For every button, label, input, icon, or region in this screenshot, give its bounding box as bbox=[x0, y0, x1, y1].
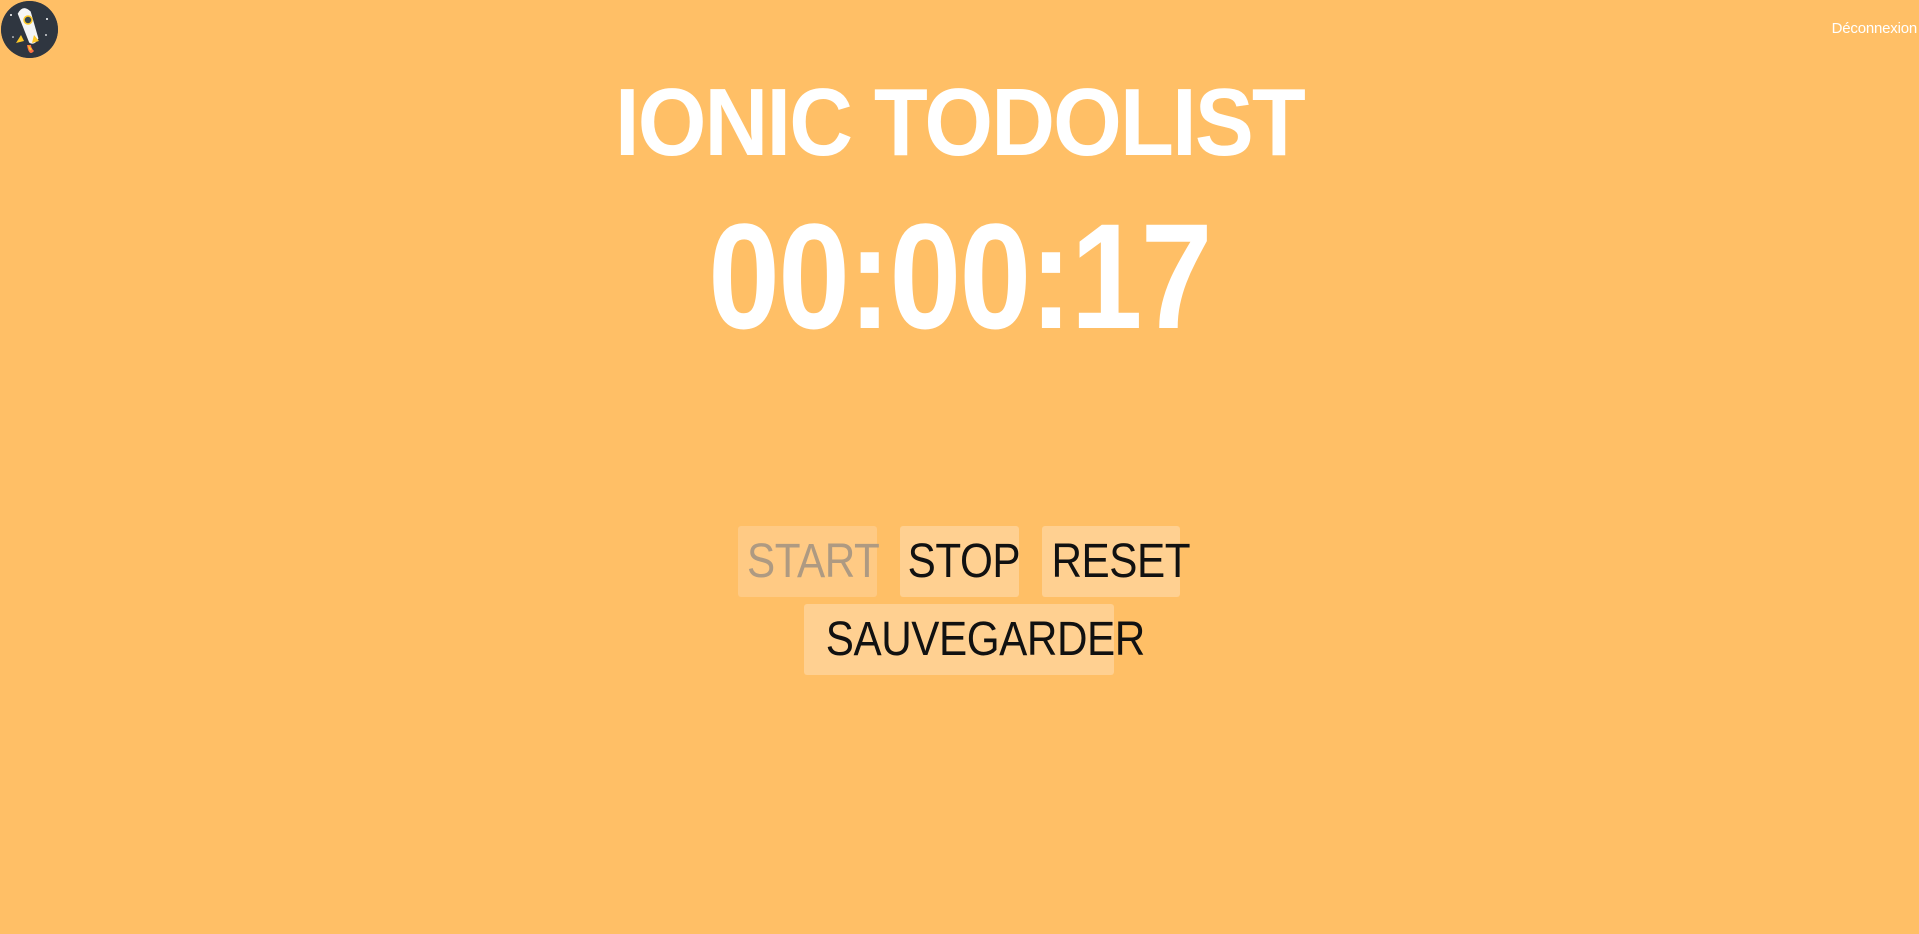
rocket-icon bbox=[1, 1, 58, 58]
save-button[interactable]: SAUVEGARDER bbox=[804, 604, 1145, 675]
save-button-label: SAUVEGARDER bbox=[825, 613, 1146, 666]
reset-button-label: RESET bbox=[1051, 535, 1191, 588]
reset-button[interactable]: RESET bbox=[1042, 526, 1191, 597]
stop-button-label: STOP bbox=[907, 535, 1021, 588]
stop-button[interactable]: STOP bbox=[900, 526, 1021, 597]
timer-page: Déconnexion IONIC TODOLIST 00:00:17 STAR… bbox=[0, 0, 1919, 934]
page-title: IONIC TODOLIST bbox=[615, 69, 1306, 176]
start-button[interactable]: START bbox=[738, 526, 880, 597]
rocket-logo-icon[interactable] bbox=[1, 1, 58, 58]
timer-display: 00:00:17 bbox=[708, 192, 1212, 360]
logout-link[interactable]: Déconnexion bbox=[1832, 20, 1918, 37]
start-button-label: START bbox=[747, 535, 880, 588]
